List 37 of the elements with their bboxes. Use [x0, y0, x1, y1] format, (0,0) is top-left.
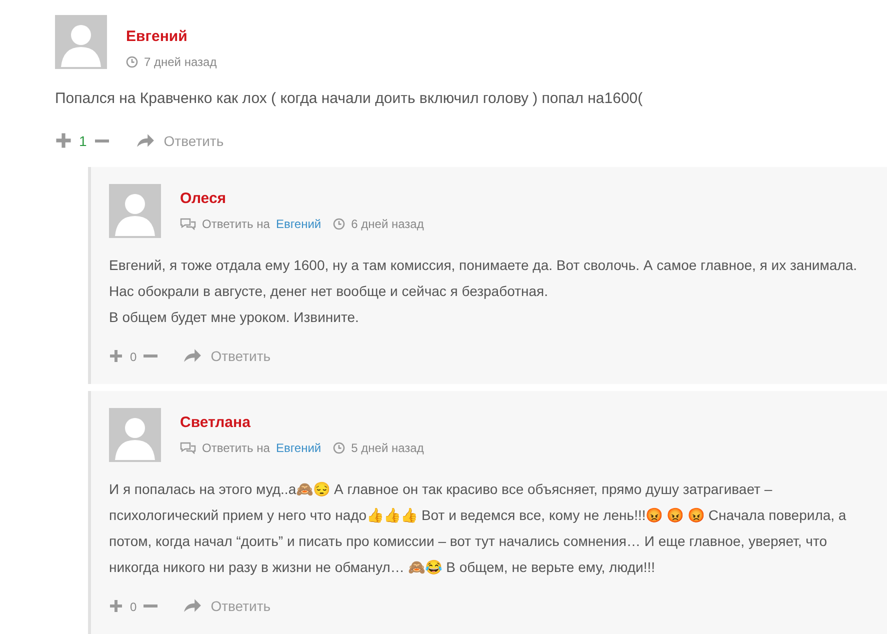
reply-link[interactable]: Ответить	[210, 598, 271, 614]
vote-count: 1	[79, 132, 87, 148]
comment-text: Попался на Кравченко как лох ( когда начали доить включил голову ) попал на1600(	[55, 89, 644, 109]
clock-icon	[333, 218, 346, 230]
reply-to-label: Ответить на	[202, 441, 270, 455]
plus-icon[interactable]	[109, 348, 123, 362]
avatar-icon	[109, 184, 161, 238]
author-name[interactable]: Олеся	[180, 190, 424, 207]
author-name[interactable]: Евгений	[126, 28, 217, 45]
vote-count: 0	[130, 350, 137, 364]
avatar-icon	[109, 408, 161, 462]
speech-bubbles-icon	[180, 218, 196, 230]
comment-text: Евгений, я тоже отдала ему 1600, ну а там комиссия, понимаете да. Вот сволочь. А самое главное, я их занимала. Нас обокрали в августе, денег нет вообще и сейчас я безработная.	[109, 256, 858, 301]
reply-link[interactable]: Ответить	[164, 132, 224, 148]
clock-icon	[333, 442, 346, 454]
author-name[interactable]: Светлана	[180, 414, 424, 431]
reply-arrow-icon[interactable]	[136, 133, 155, 148]
vote-count: 0	[130, 600, 137, 614]
clock-icon	[126, 56, 138, 68]
reply-to-label: Ответить на	[202, 217, 270, 231]
minus-icon[interactable]	[142, 604, 158, 608]
plus-icon[interactable]	[55, 132, 72, 149]
comment-text: И я попалась на этого муд..а🙈😔 А главное он так красиво все объясняет, прямо душу затрагивает – психологический прием у него что надо👍👍👍 Вот и ведемся все, кому не лень!!!😡 😡 😡 Сначала поверила, а потом, когда начал “доить” и писать про комиссии – вот тут начались сомнения… И еще главное, уверяет, что никогда никого ни разу в жизни не обманул… 🙈😂 В общем, не верьте ему, люди!!!	[109, 480, 848, 577]
comment-time: 5 дней назад	[351, 441, 424, 455]
comment-time: 6 дней назад	[351, 217, 424, 231]
avatar-icon	[55, 15, 107, 69]
comment-time: 7 дней назад	[144, 55, 217, 69]
reply-arrow-icon[interactable]	[182, 598, 202, 613]
minus-icon[interactable]	[92, 138, 111, 142]
comment-text: В общем будет мне уроком. Извините.	[109, 308, 360, 327]
reply-arrow-icon[interactable]	[182, 348, 202, 363]
reply-to-link[interactable]: Евгений	[276, 217, 322, 231]
speech-bubbles-icon	[180, 442, 196, 454]
minus-icon[interactable]	[142, 354, 158, 358]
reply-link[interactable]: Ответить	[210, 348, 271, 364]
plus-icon[interactable]	[109, 598, 123, 612]
reply-to-link[interactable]: Евгений	[276, 441, 322, 455]
